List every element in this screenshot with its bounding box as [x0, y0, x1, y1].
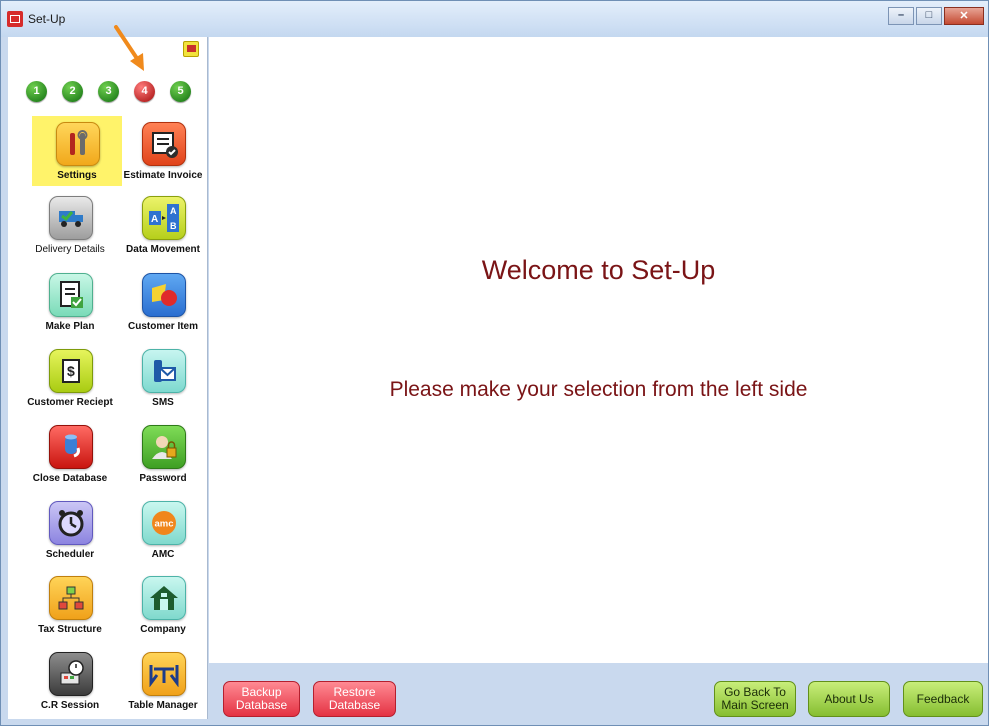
selection-hint: Please make your selection from the left…: [389, 378, 808, 401]
phone-message-icon: [142, 349, 186, 393]
tile-label: Table Manager: [128, 700, 198, 711]
tile-label: Settings: [57, 170, 97, 181]
step-4[interactable]: 4: [134, 81, 155, 102]
receipt-icon: $: [49, 349, 93, 393]
main-panel: Welcome to Set-Up Please make your selec…: [209, 37, 988, 663]
go-back-main-screen-button[interactable]: Go Back To Main Screen: [714, 681, 796, 717]
user-lock-icon: [142, 425, 186, 469]
step-2[interactable]: 2: [62, 81, 83, 102]
svg-text:amc: amc: [155, 519, 174, 530]
tile-close-database[interactable]: Close Database: [25, 419, 115, 489]
bottom-toolbar: Backup Database Restore Database Go Back…: [209, 663, 988, 719]
cash-register-icon: [49, 652, 93, 696]
close-icon: ✕: [959, 10, 969, 22]
table-chairs-icon: [142, 652, 186, 696]
svg-text:$: $: [67, 363, 75, 379]
step-1[interactable]: 1: [26, 81, 47, 102]
wrench-screwdriver-icon: [56, 122, 100, 166]
clipboard-check-icon: [49, 273, 93, 317]
step-3[interactable]: 3: [98, 81, 119, 102]
tile-label: C.R Session: [40, 700, 100, 711]
amc-icon: amc: [142, 501, 186, 545]
tile-delivery-details[interactable]: Delivery Details: [25, 190, 115, 260]
button-label-line2: Main Screen: [721, 698, 789, 712]
tile-sms[interactable]: SMS: [118, 343, 208, 413]
orange-arrow-icon: [114, 25, 144, 71]
tile-customer-item[interactable]: Customer Item: [118, 267, 208, 337]
tile-company[interactable]: Company: [118, 570, 208, 640]
maximize-icon: □: [925, 9, 933, 21]
svg-text:B: B: [170, 221, 177, 231]
tile-settings[interactable]: Settings: [32, 116, 122, 186]
tile-label: Scheduler: [45, 549, 95, 560]
tile-customer-reciept[interactable]: $ Customer Reciept: [25, 343, 115, 413]
tile-label: Tax Structure: [38, 624, 102, 635]
svg-text:A: A: [151, 214, 158, 225]
title-bar[interactable]: Set-Up – □ ✕: [1, 1, 988, 37]
tile-label: Delivery Details: [35, 244, 105, 255]
window-title: Set-Up: [28, 12, 66, 26]
tile-scheduler[interactable]: Scheduler: [25, 495, 115, 565]
tile-label: Customer Reciept: [27, 397, 113, 408]
tile-label: Company: [140, 624, 186, 635]
close-database-icon: [49, 425, 93, 469]
data-movement-icon: AAB: [142, 196, 186, 240]
tile-cr-session[interactable]: C.R Session: [25, 646, 115, 716]
delivery-truck-icon: [49, 196, 93, 240]
tile-table-manager[interactable]: Table Manager: [118, 646, 208, 716]
invoice-check-icon: [142, 122, 186, 166]
welcome-heading: Welcome to Set-Up: [481, 255, 716, 285]
restore-database-button[interactable]: Restore Database: [313, 681, 396, 717]
close-button[interactable]: ✕: [944, 7, 984, 25]
setup-window: Set-Up – □ ✕ 1 2 3 4 5 Settings Delivery…: [0, 0, 989, 726]
sidebar: 1 2 3 4 5 Settings Delivery Details Make…: [8, 25, 208, 719]
button-label-line2: Database: [235, 698, 288, 712]
maximize-button[interactable]: □: [916, 7, 942, 25]
switch-window-icon[interactable]: [183, 41, 199, 57]
tile-tax-structure[interactable]: Tax Structure: [25, 570, 115, 640]
button-label-line2: Database: [328, 698, 381, 712]
tile-password[interactable]: Password: [118, 419, 208, 489]
svg-text:A: A: [170, 206, 177, 216]
backup-database-button[interactable]: Backup Database: [223, 681, 300, 717]
about-us-button[interactable]: About Us: [808, 681, 890, 717]
minimize-button[interactable]: –: [888, 7, 914, 25]
tile-label: Password: [139, 473, 187, 484]
alarm-clock-icon: [49, 501, 93, 545]
tile-label: Make Plan: [45, 321, 95, 332]
tile-amc[interactable]: amc AMC: [118, 495, 208, 565]
org-chart-icon: [49, 576, 93, 620]
house-icon: [142, 576, 186, 620]
shapes-icon: [142, 273, 186, 317]
tile-label: Data Movement: [126, 244, 200, 255]
tile-data-movement[interactable]: AAB Data Movement: [118, 190, 208, 260]
minimize-icon: –: [897, 9, 905, 21]
tile-label: AMC: [151, 549, 175, 560]
tile-make-plan[interactable]: Make Plan: [25, 267, 115, 337]
app-icon: [7, 11, 23, 27]
feedback-button[interactable]: Feedback: [903, 681, 983, 717]
step-5[interactable]: 5: [170, 81, 191, 102]
tile-label: SMS: [152, 397, 174, 408]
window-controls: – □ ✕: [886, 7, 984, 25]
tile-label: Close Database: [32, 473, 108, 484]
tile-label: Estimate Invoice: [123, 170, 203, 181]
tile-label: Customer Item: [127, 321, 198, 332]
tile-estimate-invoice[interactable]: Estimate Invoice: [118, 116, 208, 186]
step-indicators: 1 2 3 4 5: [26, 81, 206, 102]
